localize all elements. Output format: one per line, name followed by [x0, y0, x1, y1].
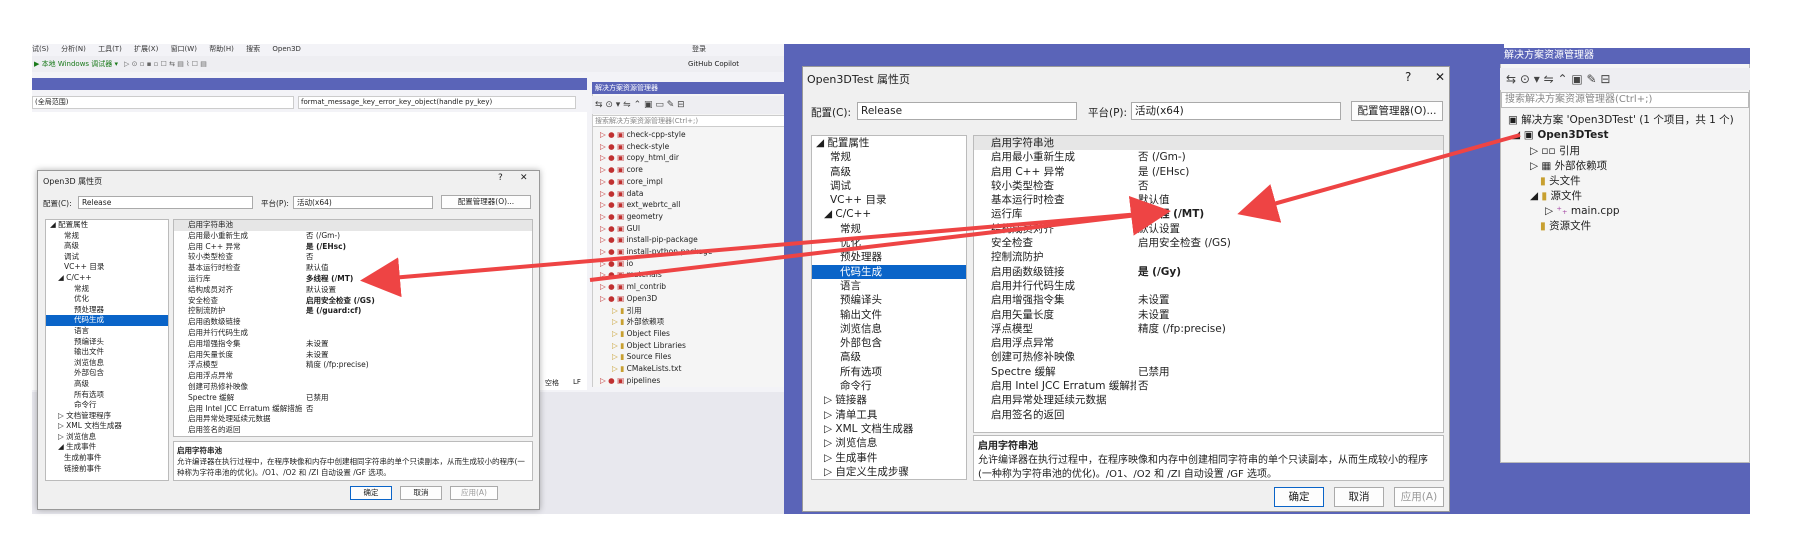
arrow-from-solution-explorer [1237, 133, 1521, 223]
arrow-small-to-large [589, 195, 1171, 282]
arrow-large-to-small [360, 210, 1164, 298]
annotation-arrows [360, 133, 1521, 298]
